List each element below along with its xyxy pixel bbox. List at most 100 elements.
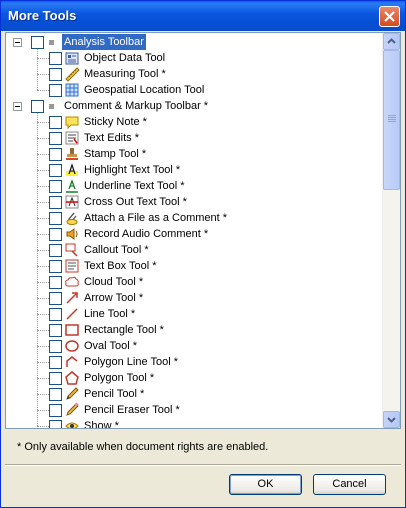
tree-item-label: Stamp Tool *: [84, 148, 147, 160]
tree-item-label: Show *: [84, 420, 119, 429]
scroll-down-button[interactable]: [383, 411, 400, 428]
item-checkbox[interactable]: [49, 420, 62, 428]
tree-item[interactable]: Polygon Tool *: [6, 370, 384, 386]
tree-item[interactable]: Polygon Line Tool *: [6, 354, 384, 370]
window-title: More Tools: [8, 8, 77, 23]
item-checkbox[interactable]: [49, 308, 62, 321]
tree-item[interactable]: Pencil Eraser Tool *: [6, 402, 384, 418]
item-checkbox[interactable]: [49, 68, 62, 81]
stamp-icon: [66, 148, 78, 160]
tree-item[interactable]: Sticky Note *: [6, 114, 384, 130]
tree-item[interactable]: Record Audio Comment *: [6, 226, 384, 242]
tree-connector: [37, 298, 49, 299]
tree-item[interactable]: Callout Tool *: [6, 242, 384, 258]
tree-item[interactable]: Measuring Tool *: [6, 66, 384, 82]
tree-connector: [37, 410, 49, 411]
scroll-thumb[interactable]: [383, 50, 400, 190]
tree-group[interactable]: Comment & Markup Toolbar *: [6, 98, 384, 114]
tree-item[interactable]: Rectangle Tool *: [6, 322, 384, 338]
rights-footnote: * Only available when document rights ar…: [17, 441, 269, 453]
cancel-button[interactable]: Cancel: [313, 474, 386, 495]
tree-item[interactable]: Oval Tool *: [6, 338, 384, 354]
tree-item-label: Cloud Tool *: [84, 276, 144, 288]
tree-item[interactable]: Cloud Tool *: [6, 274, 384, 290]
title-bar[interactable]: More Tools: [1, 1, 405, 31]
tree-item[interactable]: Text Edits *: [6, 130, 384, 146]
tree-item[interactable]: Highlight Text Tool *: [6, 162, 384, 178]
tree-connector: [37, 90, 49, 91]
tree-connector: [37, 426, 49, 427]
arrow-icon: [66, 292, 78, 304]
item-checkbox[interactable]: [49, 164, 62, 177]
scroll-up-button[interactable]: [383, 33, 400, 50]
item-checkbox[interactable]: [49, 84, 62, 97]
group-checkbox[interactable]: [31, 100, 44, 113]
tree-item-label: Callout Tool *: [84, 244, 149, 256]
object-data-icon: [65, 52, 79, 65]
tree-connector: [37, 138, 49, 139]
tree-item[interactable]: Object Data Tool: [6, 50, 384, 66]
item-checkbox[interactable]: [49, 340, 62, 353]
tree-item-label: Polygon Line Tool *: [84, 356, 178, 368]
tree-item-label: Pencil Eraser Tool *: [84, 404, 180, 416]
vertical-scrollbar[interactable]: [382, 33, 400, 428]
tree-item-label: Pencil Tool *: [84, 388, 145, 400]
tree-connector: [37, 266, 49, 267]
sticky-note-icon: [65, 116, 79, 130]
item-checkbox[interactable]: [49, 148, 62, 161]
close-button[interactable]: [379, 6, 400, 27]
pencil-eraser-icon: [66, 402, 79, 416]
tree-item[interactable]: Cross Out Text Tool *: [6, 194, 384, 210]
tree-connector: [37, 346, 49, 347]
tree-item[interactable]: Geospatial Location Tool: [6, 82, 384, 98]
item-checkbox[interactable]: [49, 132, 62, 145]
item-checkbox[interactable]: [49, 276, 62, 289]
tools-tree[interactable]: Analysis Toolbar Object Data Tool Measurin…: [5, 32, 401, 429]
item-checkbox[interactable]: [49, 196, 62, 209]
item-checkbox[interactable]: [49, 180, 62, 193]
tree-item-label: Rectangle Tool *: [84, 324, 164, 336]
item-checkbox[interactable]: [49, 388, 62, 401]
item-checkbox[interactable]: [49, 52, 62, 65]
item-checkbox[interactable]: [49, 324, 62, 337]
item-checkbox[interactable]: [49, 404, 62, 417]
tree-item-label: Text Edits *: [84, 132, 140, 144]
tree-group[interactable]: Analysis Toolbar: [6, 34, 384, 50]
item-checkbox[interactable]: [49, 228, 62, 241]
tree-item[interactable]: Text Box Tool *: [6, 258, 384, 274]
tree-item[interactable]: Attach a File as a Comment *: [6, 210, 384, 226]
tree-connector: [37, 74, 49, 75]
tree-item-label: Object Data Tool: [84, 52, 166, 64]
tree-item[interactable]: Show *: [6, 418, 384, 429]
item-checkbox[interactable]: [49, 116, 62, 129]
tree-item-label: Geospatial Location Tool: [84, 84, 205, 96]
tree-item[interactable]: Underline Text Tool *: [6, 178, 384, 194]
ok-button[interactable]: OK: [229, 474, 302, 495]
item-checkbox[interactable]: [49, 244, 62, 257]
show-icon: [65, 422, 79, 428]
item-checkbox[interactable]: [49, 292, 62, 305]
tree-item[interactable]: Line Tool *: [6, 306, 384, 322]
collapse-toggle-icon[interactable]: [13, 38, 22, 47]
underline-text-icon: [66, 179, 78, 193]
collapse-toggle-icon[interactable]: [13, 102, 22, 111]
close-icon: [384, 11, 395, 22]
tree-item[interactable]: Stamp Tool *: [6, 146, 384, 162]
group-checkbox[interactable]: [31, 36, 44, 49]
item-checkbox[interactable]: [49, 356, 62, 369]
tree-item-label: Sticky Note *: [84, 116, 147, 128]
tree-connector: [37, 314, 49, 315]
item-checkbox[interactable]: [49, 372, 62, 385]
chevron-up-icon: [387, 38, 396, 44]
tree-item[interactable]: Pencil Tool *: [6, 386, 384, 402]
item-checkbox[interactable]: [49, 212, 62, 225]
tree-item-label: Underline Text Tool *: [84, 180, 185, 192]
tree-connector: [37, 234, 49, 235]
tree-item-label: Line Tool *: [84, 308, 136, 320]
line-icon: [66, 308, 78, 320]
paperclip-icon: [66, 212, 78, 225]
callout-icon: [65, 243, 78, 257]
item-checkbox[interactable]: [49, 260, 62, 273]
tree-item[interactable]: Arrow Tool *: [6, 290, 384, 306]
tree-connector: [37, 250, 49, 251]
